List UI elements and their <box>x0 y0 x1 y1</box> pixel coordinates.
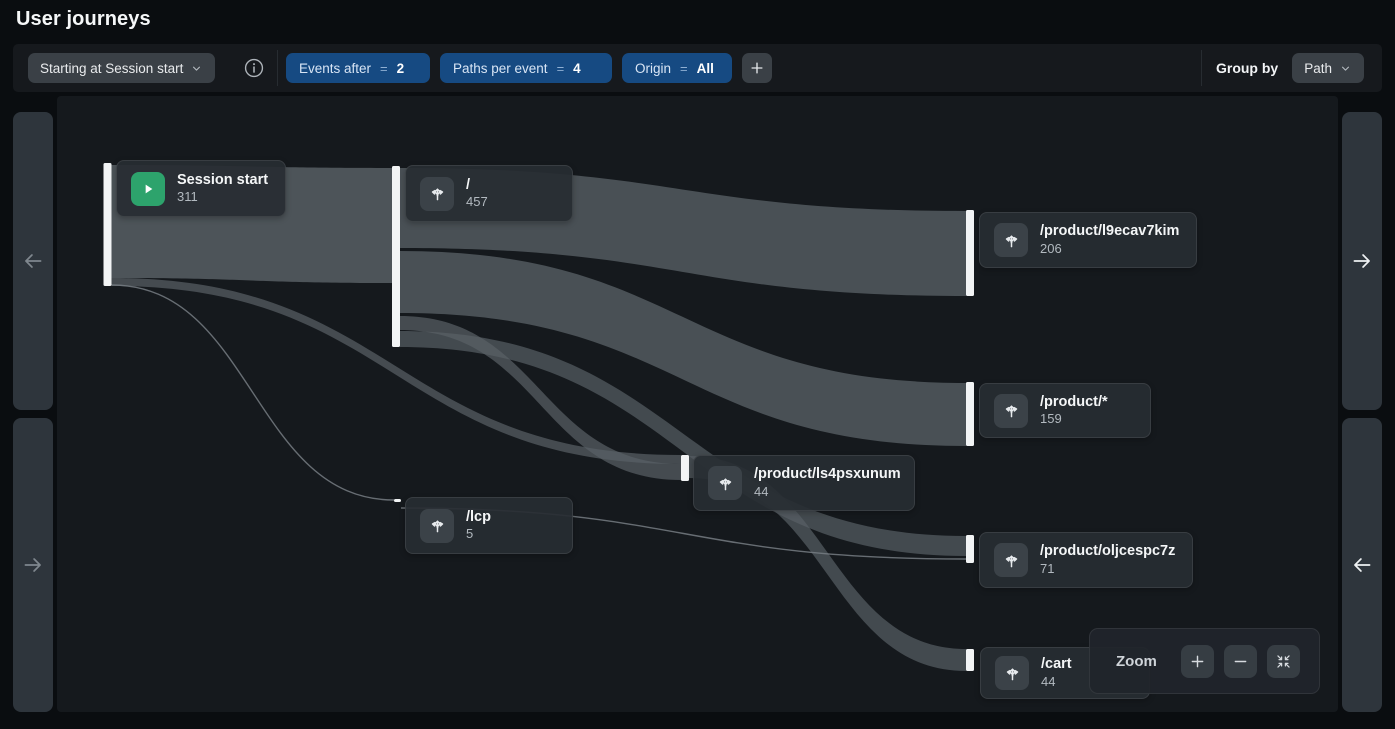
node-bar-lcp[interactable] <box>394 499 401 502</box>
filter-label: Paths per event <box>453 61 548 76</box>
route-icon <box>420 509 454 543</box>
add-filter-button[interactable] <box>742 53 772 83</box>
node-count: 159 <box>1040 411 1108 428</box>
node-bar-product-ls4psxunum[interactable] <box>681 455 689 481</box>
pan-right-bottom-button[interactable] <box>1342 418 1382 712</box>
node-product-star[interactable]: /product/* 159 <box>979 383 1151 438</box>
plus-icon <box>748 59 766 77</box>
node-product-l9ecav7kim[interactable]: /product/l9ecav7kim 206 <box>979 212 1197 268</box>
page-title: User journeys <box>16 8 151 31</box>
arrow-left-icon <box>1349 552 1375 578</box>
pan-left-bottom-button[interactable] <box>13 418 53 712</box>
group-by-value: Path <box>1304 61 1332 76</box>
compress-icon <box>1274 652 1293 671</box>
filter-label: Events after <box>299 61 371 76</box>
route-icon <box>994 543 1028 577</box>
node-product-oljcespc7z[interactable]: /product/oljcespc7z 71 <box>979 532 1193 588</box>
node-count: 206 <box>1040 241 1179 258</box>
node-bar-product-star[interactable] <box>966 382 974 446</box>
node-count: 311 <box>177 189 268 206</box>
filter-value: All <box>697 61 714 76</box>
node-label: /product/* <box>1040 393 1108 412</box>
toolbar-divider <box>1201 50 1202 86</box>
play-icon <box>131 172 165 206</box>
node-label: Session start <box>177 171 268 190</box>
route-icon <box>420 177 454 211</box>
filter-paths-per-event[interactable]: Paths per event = 4 <box>440 53 612 83</box>
route-icon <box>994 394 1028 428</box>
route-icon <box>708 466 742 500</box>
node-bar-product-oljcespc7z[interactable] <box>966 535 974 563</box>
node-count: 44 <box>1041 674 1072 691</box>
node-product-ls4psxunum[interactable]: /product/ls4psxunum 44 <box>693 455 915 511</box>
node-label: /product/l9ecav7kim <box>1040 222 1179 241</box>
filter-events-after[interactable]: Events after = 2 <box>286 53 430 83</box>
toolbar: Starting at Session start Events after =… <box>13 44 1382 92</box>
filter-value: 4 <box>573 61 581 76</box>
minus-icon <box>1231 652 1250 671</box>
node-count: 71 <box>1040 561 1175 578</box>
zoom-out-button[interactable] <box>1224 645 1257 678</box>
arrow-left-icon <box>20 248 46 274</box>
node-label: /lcp <box>466 508 491 527</box>
chevron-down-icon <box>1339 62 1352 75</box>
starting-at-dropdown-label: Starting at Session start <box>40 61 183 76</box>
node-count: 457 <box>466 194 488 211</box>
filter-operator: = <box>557 61 565 76</box>
plus-icon <box>1188 652 1207 671</box>
route-icon <box>995 656 1029 690</box>
node-bar-cart[interactable] <box>966 649 974 671</box>
route-icon <box>994 223 1028 257</box>
node-lcp[interactable]: /lcp 5 <box>405 497 573 554</box>
chevron-down-icon <box>190 62 203 75</box>
toolbar-divider <box>277 50 278 86</box>
node-label: / <box>466 176 488 195</box>
filter-operator: = <box>380 61 388 76</box>
group-by-dropdown[interactable]: Path <box>1292 53 1364 83</box>
node-root[interactable]: / 457 <box>405 165 573 222</box>
arrow-right-icon <box>20 552 46 578</box>
filter-label: Origin <box>635 61 671 76</box>
zoom-controls: Zoom <box>1089 628 1320 694</box>
node-bar-session-start[interactable] <box>104 163 112 286</box>
node-count: 44 <box>754 484 901 501</box>
arrow-right-icon <box>1349 248 1375 274</box>
zoom-in-button[interactable] <box>1181 645 1214 678</box>
node-bar-root[interactable] <box>392 166 400 347</box>
filter-operator: = <box>680 61 688 76</box>
pan-left-top-button[interactable] <box>13 112 53 410</box>
node-label: /cart <box>1041 655 1072 674</box>
node-bar-product-l9ecav7kim[interactable] <box>966 210 974 296</box>
zoom-label: Zoom <box>1116 653 1157 670</box>
zoom-fit-button[interactable] <box>1267 645 1300 678</box>
node-label: /product/ls4psxunum <box>754 465 901 484</box>
group-by-label: Group by <box>1216 60 1278 76</box>
filter-value: 2 <box>397 61 405 76</box>
info-icon[interactable] <box>243 57 265 79</box>
node-count: 5 <box>466 526 491 543</box>
node-label: /product/oljcespc7z <box>1040 542 1175 561</box>
filter-origin[interactable]: Origin = All <box>622 53 732 83</box>
starting-at-dropdown[interactable]: Starting at Session start <box>28 53 215 83</box>
pan-right-top-button[interactable] <box>1342 112 1382 410</box>
node-session-start[interactable]: Session start 311 <box>116 160 286 217</box>
